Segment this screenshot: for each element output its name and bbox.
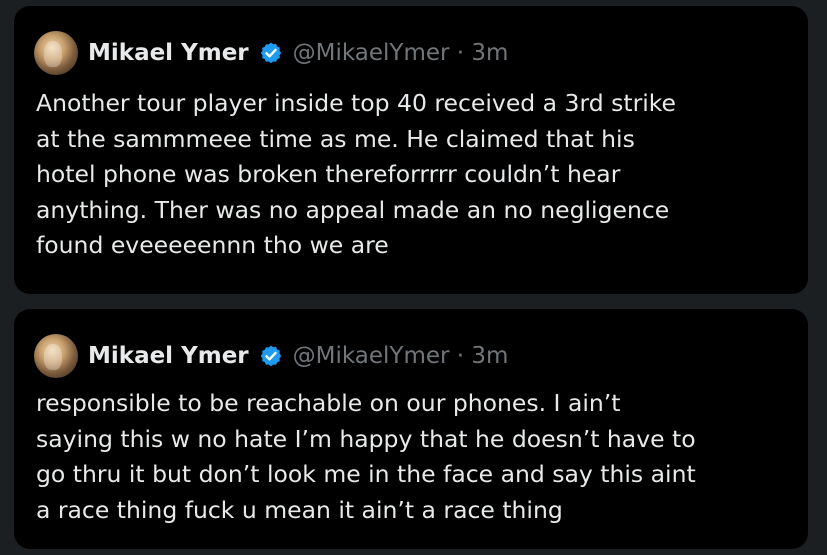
tweet-text: Another tour player inside top 40 receiv…	[36, 89, 676, 259]
verified-badge-icon	[260, 345, 281, 367]
author-name[interactable]: Mikael Ymer	[88, 40, 249, 66]
verified-badge-icon	[260, 42, 281, 64]
tweet-header: Mikael Ymer @MikaelYmer · 3m	[34, 30, 508, 76]
tweet-card[interactable]: Mikael Ymer @MikaelYmer · 3m Another tou…	[14, 6, 808, 294]
tweet-header: Mikael Ymer @MikaelYmer · 3m	[34, 333, 508, 379]
handle-and-timestamp[interactable]: @MikaelYmer · 3m	[293, 40, 509, 66]
avatar[interactable]	[34, 334, 78, 378]
handle-and-timestamp[interactable]: @MikaelYmer · 3m	[293, 343, 509, 369]
screenshot-root: { "tweets": [ { "author": "Mikael Ymer",…	[0, 0, 827, 555]
tweet-card[interactable]: Mikael Ymer @MikaelYmer · 3m responsible…	[14, 309, 808, 549]
avatar[interactable]	[34, 31, 78, 75]
tweet-text: responsible to be reachable on our phone…	[36, 389, 696, 524]
author-name[interactable]: Mikael Ymer	[88, 343, 249, 369]
